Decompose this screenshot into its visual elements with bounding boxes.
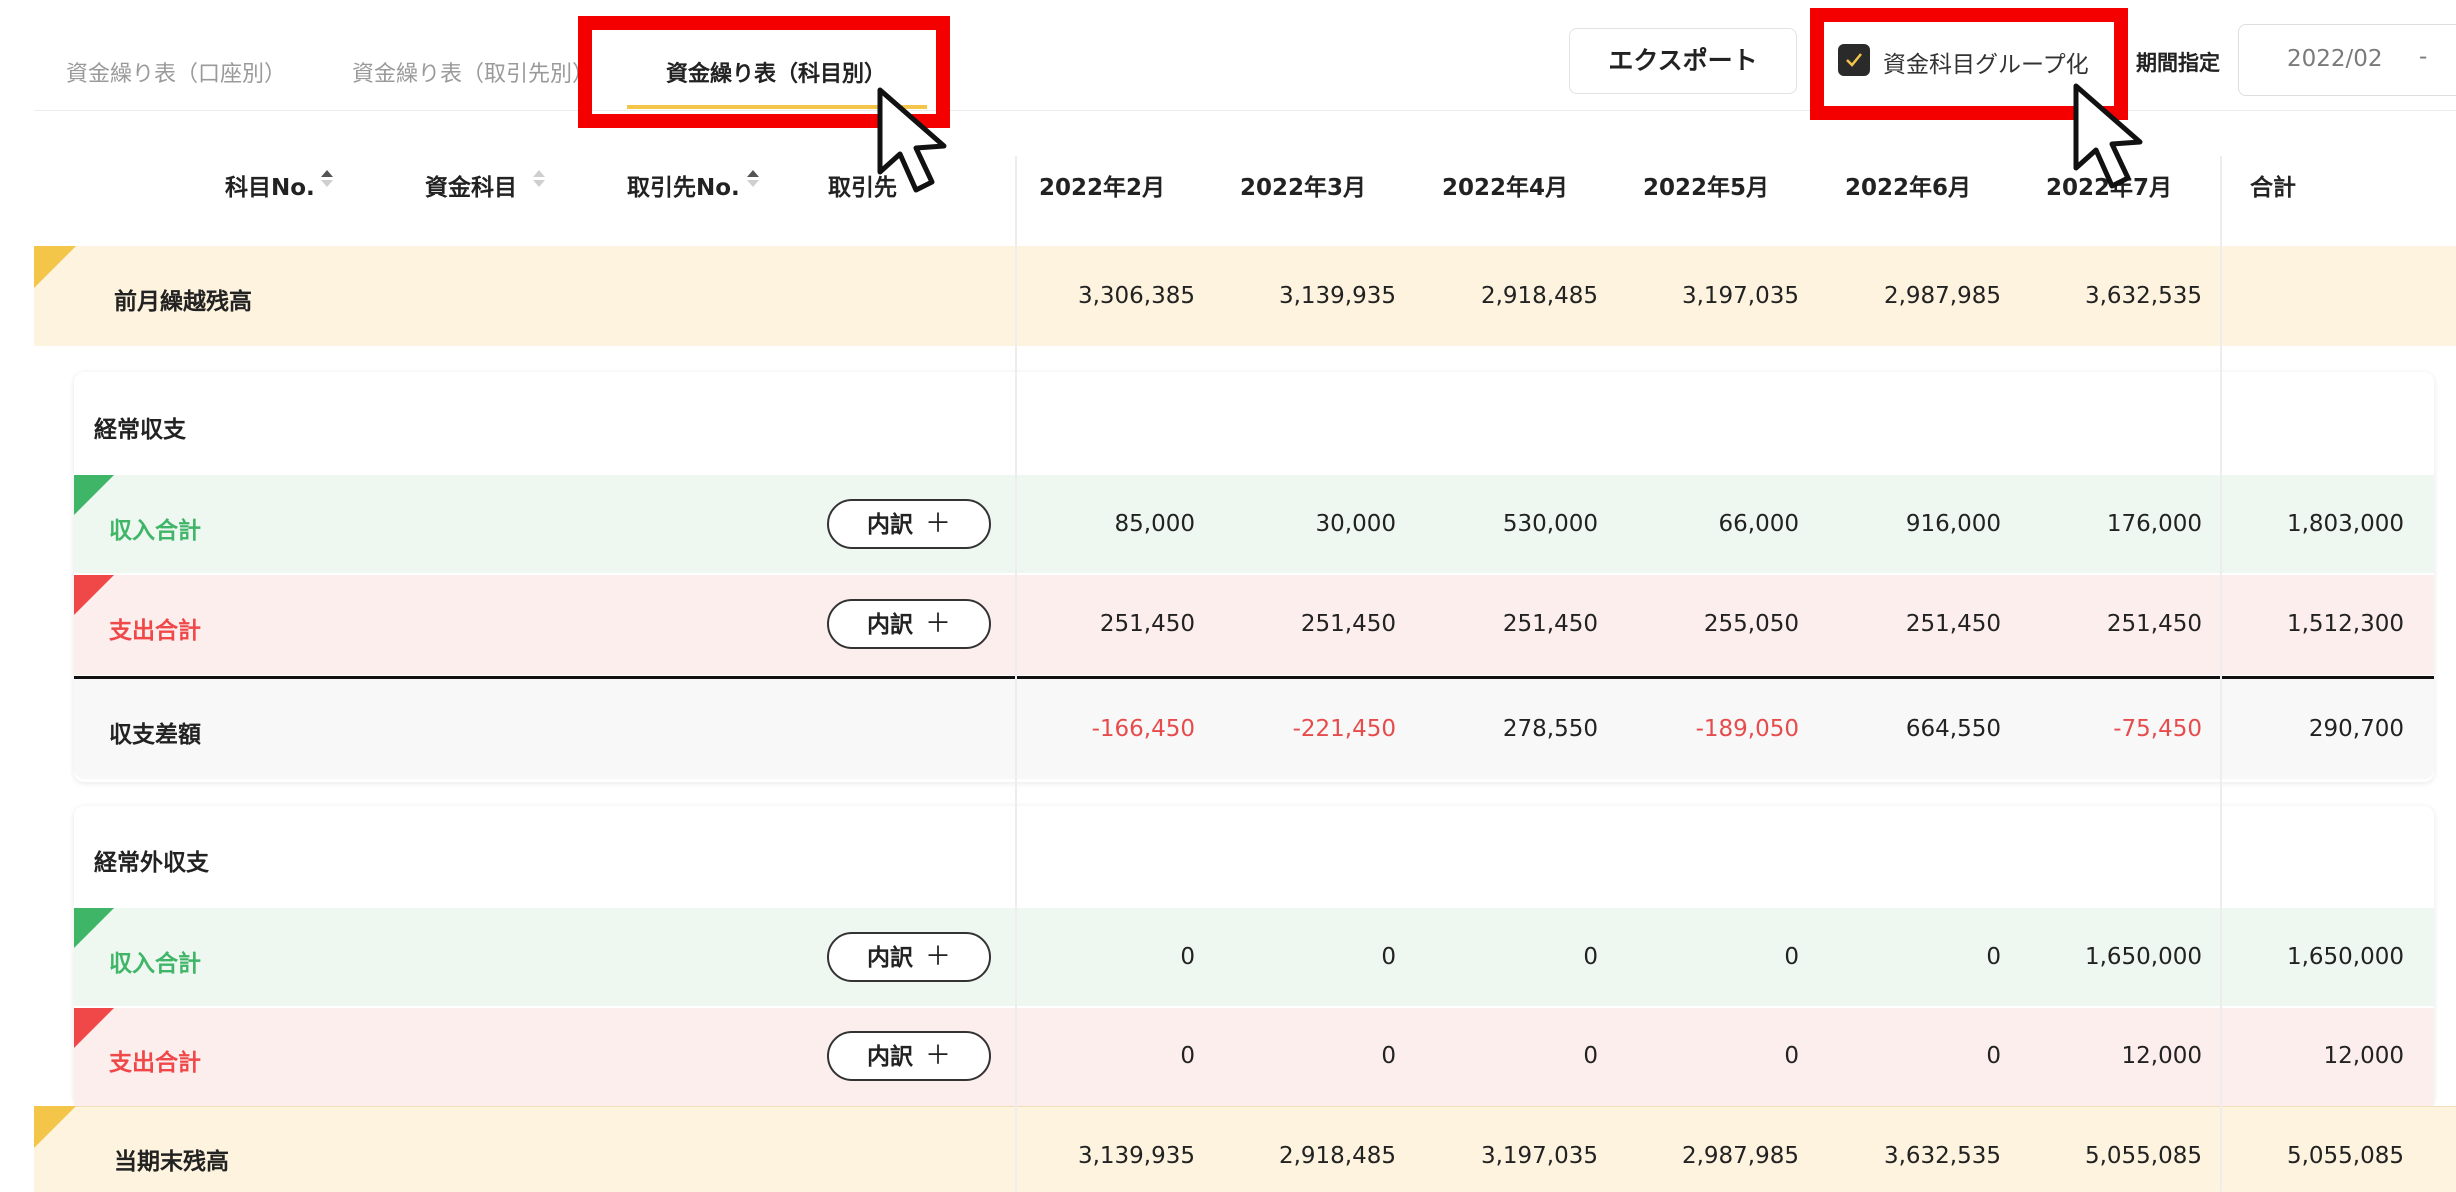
tab-by-partner[interactable]: 資金繰り表（取引先別） xyxy=(352,56,578,88)
row-corner-marker xyxy=(74,575,114,615)
column-header-month: 2022年2月 xyxy=(1039,175,1166,201)
sort-icon[interactable] xyxy=(321,170,333,187)
breakdown-button[interactable]: 内訳 ＋ xyxy=(827,499,991,549)
row-corner-marker xyxy=(34,1106,76,1148)
row-corner-marker xyxy=(34,246,76,288)
mouse-cursor-icon xyxy=(877,87,947,193)
non-operating-income-label: 収入合計 xyxy=(109,951,201,977)
row-corner-marker xyxy=(74,475,114,515)
closing-balance-value: 2,918,485 xyxy=(1278,1143,1396,1169)
column-header-month: 2022年5月 xyxy=(1643,175,1770,201)
column-header-month: 2022年3月 xyxy=(1240,175,1367,201)
non-operating-income-value: 0 xyxy=(1583,944,1598,970)
operating-difference-total: 290,700 xyxy=(2308,716,2404,742)
closing-balance-value: 3,197,035 xyxy=(1480,1143,1598,1169)
operating-expense-value: 251,450 xyxy=(1099,611,1195,637)
sort-icon[interactable] xyxy=(747,170,759,187)
non-operating-section-title: 経常外収支 xyxy=(94,850,209,876)
operating-income-value: 530,000 xyxy=(1502,511,1598,537)
non-operating-income-value: 0 xyxy=(1180,944,1195,970)
operating-expense-value: 251,450 xyxy=(1502,611,1598,637)
operating-expense-value: 251,450 xyxy=(1300,611,1396,637)
closing-balance-value: 5,055,085 xyxy=(2084,1143,2202,1169)
non-operating-expense-value: 12,000 xyxy=(2121,1043,2202,1069)
closing-balance-label: 当期末残高 xyxy=(114,1149,229,1175)
breakdown-button[interactable]: 内訳 ＋ xyxy=(827,1031,991,1081)
operating-income-total: 1,803,000 xyxy=(2286,511,2404,537)
opening-balance-value: 2,918,485 xyxy=(1480,283,1598,309)
operating-expense-label: 支出合計 xyxy=(109,618,201,644)
non-operating-expense-label: 支出合計 xyxy=(109,1050,201,1076)
period-label: 期間指定 xyxy=(2136,51,2220,75)
plus-icon: ＋ xyxy=(924,509,951,539)
export-button[interactable]: エクスポート xyxy=(1569,28,1797,94)
operating-difference-value: -75,450 xyxy=(2113,716,2202,742)
row-corner-marker xyxy=(74,908,114,948)
column-header-account-no[interactable]: 科目No. xyxy=(225,168,315,202)
closing-balance-value: 2,987,985 xyxy=(1681,1143,1799,1169)
operating-difference-value: -166,450 xyxy=(1091,716,1195,742)
breakdown-label: 内訳 xyxy=(866,1044,913,1070)
period-separator: - xyxy=(2419,44,2428,70)
operating-income-value: 916,000 xyxy=(1905,511,2001,537)
column-header-month: 2022年4月 xyxy=(1442,175,1569,201)
operating-income-label: 収入合計 xyxy=(109,518,201,544)
operating-difference-value: 664,550 xyxy=(1905,716,2001,742)
operating-income-value: 30,000 xyxy=(1315,511,1396,537)
plus-icon: ＋ xyxy=(924,1041,951,1071)
operating-income-value: 176,000 xyxy=(2106,511,2202,537)
operating-section-title: 経常収支 xyxy=(94,417,186,443)
non-operating-expense-value: 0 xyxy=(1784,1043,1799,1069)
closing-balance-value: 3,139,935 xyxy=(1077,1143,1195,1169)
operating-difference-label: 収支差額 xyxy=(109,722,201,748)
opening-balance-value: 3,139,935 xyxy=(1278,283,1396,309)
sort-icon[interactable] xyxy=(533,170,545,187)
plus-icon: ＋ xyxy=(924,942,951,972)
breakdown-label: 内訳 xyxy=(866,512,913,538)
operating-expense-value: 251,450 xyxy=(2106,611,2202,637)
mouse-cursor-icon xyxy=(2073,83,2143,189)
non-operating-expense-value: 0 xyxy=(1986,1043,2001,1069)
period-start-value[interactable]: 2022/02 xyxy=(2287,46,2383,72)
opening-balance-label: 前月繰越残高 xyxy=(114,289,252,315)
non-operating-expense-value: 0 xyxy=(1180,1043,1195,1069)
column-separator xyxy=(1015,156,1017,1191)
non-operating-expense-total: 12,000 xyxy=(2323,1043,2404,1069)
opening-balance-value: 3,197,035 xyxy=(1681,283,1799,309)
breakdown-label: 内訳 xyxy=(866,612,913,638)
non-operating-expense-value: 0 xyxy=(1381,1043,1396,1069)
non-operating-income-value: 0 xyxy=(1986,944,2001,970)
operating-income-value: 85,000 xyxy=(1114,511,1195,537)
operating-difference-value: 278,550 xyxy=(1502,716,1598,742)
operating-difference-value: -221,450 xyxy=(1292,716,1396,742)
non-operating-income-total: 1,650,000 xyxy=(2286,944,2404,970)
non-operating-income-value: 0 xyxy=(1784,944,1799,970)
non-operating-income-value: 1,650,000 xyxy=(2084,944,2202,970)
column-header-partner-no[interactable]: 取引先No. xyxy=(627,168,740,202)
non-operating-expense-value: 0 xyxy=(1583,1043,1598,1069)
opening-balance-value: 2,987,985 xyxy=(1883,283,2001,309)
opening-balance-value: 3,632,535 xyxy=(2084,283,2202,309)
operating-income-value: 66,000 xyxy=(1718,511,1799,537)
closing-balance-value: 3,632,535 xyxy=(1883,1143,2001,1169)
operating-expense-value: 255,050 xyxy=(1703,611,1799,637)
operating-expense-total: 1,512,300 xyxy=(2286,611,2404,637)
opening-balance-value: 3,306,385 xyxy=(1077,283,1195,309)
period-range-input[interactable]: 2022/02 - xyxy=(2238,24,2456,96)
operating-expense-value: 251,450 xyxy=(1905,611,2001,637)
operating-difference-value: -189,050 xyxy=(1695,716,1799,742)
column-separator xyxy=(2220,156,2222,1191)
column-header-month: 2022年6月 xyxy=(1845,175,1972,201)
row-corner-marker xyxy=(74,1008,114,1048)
plus-icon: ＋ xyxy=(924,609,951,639)
breakdown-button[interactable]: 内訳 ＋ xyxy=(827,932,991,982)
column-header-account[interactable]: 資金科目 xyxy=(425,168,517,202)
breakdown-label: 内訳 xyxy=(866,945,913,971)
tab-by-account[interactable]: 資金繰り表（口座別） xyxy=(66,56,286,88)
closing-balance-total: 5,055,085 xyxy=(2286,1143,2404,1169)
non-operating-income-value: 0 xyxy=(1381,944,1396,970)
column-header-total: 合計 xyxy=(2250,175,2296,201)
breakdown-button[interactable]: 内訳 ＋ xyxy=(827,599,991,649)
